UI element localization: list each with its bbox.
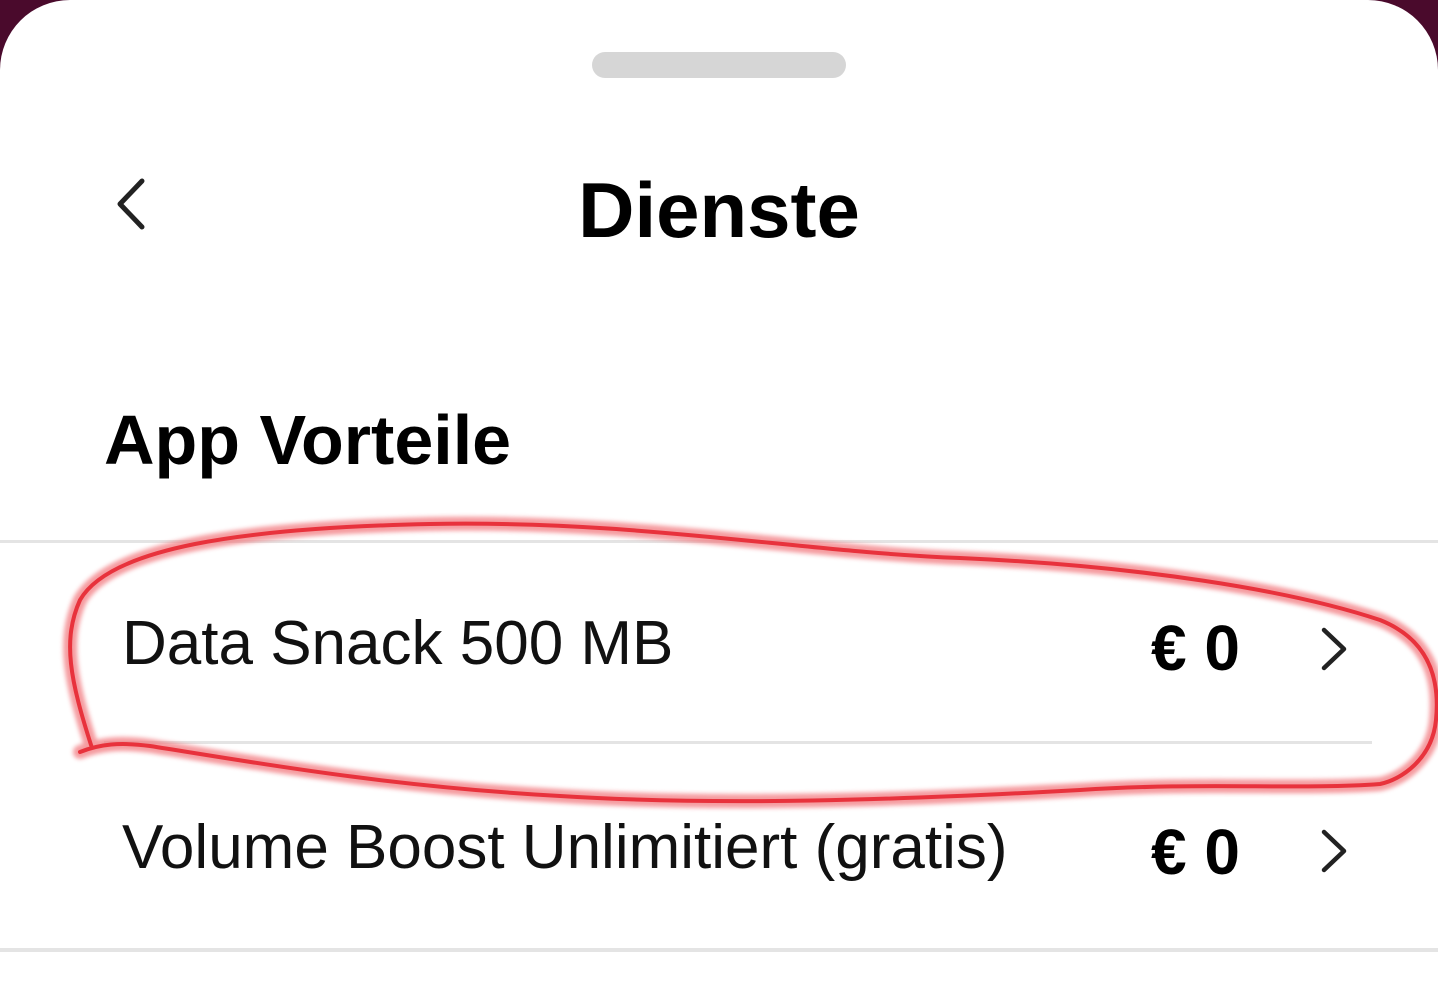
page-title: Dienste	[578, 166, 860, 254]
chevron-right-icon	[1316, 826, 1350, 876]
bottom-sheet: Dienste App Vorteile Data Snack 500 MB €…	[0, 0, 1438, 1008]
service-row-data-snack[interactable]: Data Snack 500 MB € 0	[0, 544, 1438, 744]
service-price: € 0	[1151, 612, 1240, 684]
service-label: Data Snack 500 MB	[122, 609, 674, 678]
row-divider	[104, 741, 1372, 744]
service-row-volume-boost[interactable]: Volume Boost Unlimitiert (gratis) € 0	[0, 746, 1438, 946]
chevron-right-icon	[1316, 624, 1350, 674]
section-divider	[0, 540, 1438, 543]
section-title: App Vorteile	[104, 401, 512, 479]
service-label: Volume Boost Unlimitiert (gratis)	[122, 813, 1008, 882]
service-price: € 0	[1151, 816, 1240, 888]
drag-handle[interactable]	[592, 52, 846, 78]
list-bottom-divider	[0, 948, 1438, 952]
